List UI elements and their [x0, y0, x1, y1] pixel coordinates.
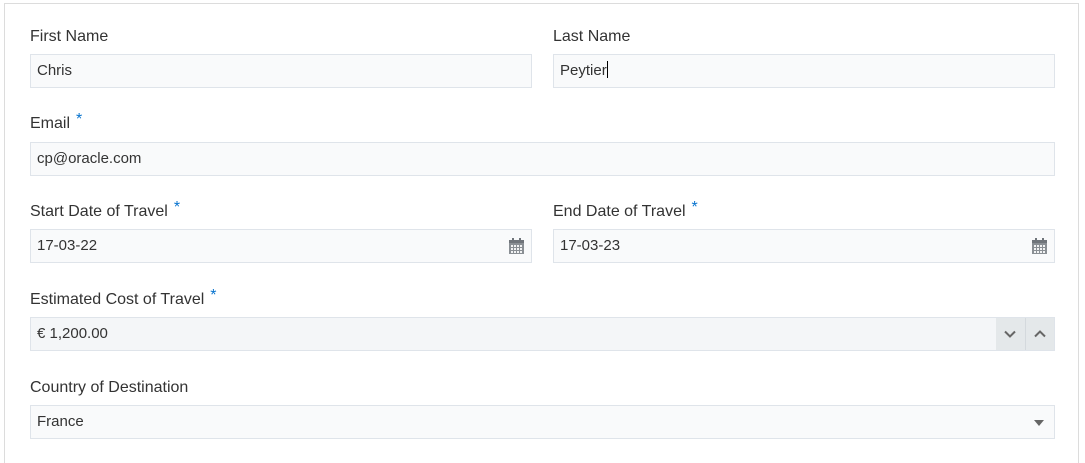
chevron-up-icon: [1034, 330, 1046, 338]
estimated-cost-field: Estimated Cost of Travel * € 1,200.00: [30, 287, 1055, 352]
end-date-label: End Date of Travel *: [553, 199, 698, 221]
estimated-cost-value: € 1,200.00: [37, 325, 108, 342]
estimated-cost-input[interactable]: € 1,200.00: [30, 317, 1055, 351]
end-date-label-text: End Date of Travel: [553, 203, 686, 220]
required-marker: *: [210, 287, 217, 304]
first-name-field: First Name Chris: [30, 28, 532, 88]
first-name-input[interactable]: Chris: [30, 54, 532, 88]
first-name-label: First Name: [30, 28, 109, 45]
email-label-text: Email: [30, 115, 71, 132]
start-date-value: 17-03-22: [37, 237, 98, 254]
text-cursor: [606, 61, 608, 79]
last-name-input[interactable]: Peytier: [553, 54, 1055, 88]
calendar-icon[interactable]: [508, 238, 525, 255]
cost-stepper: [996, 318, 1054, 350]
end-date-input[interactable]: 17-03-23: [553, 229, 1055, 263]
estimated-cost-label-text: Estimated Cost of Travel: [30, 291, 205, 308]
country-field: Country of Destination France: [30, 379, 1055, 440]
end-date-value: 17-03-23: [560, 237, 621, 254]
email-input[interactable]: cp@oracle.com: [30, 142, 1055, 176]
required-marker: *: [691, 199, 698, 216]
last-name-field: Last Name Peytier: [553, 28, 1055, 88]
estimated-cost-label: Estimated Cost of Travel *: [30, 287, 217, 309]
email-value: cp@oracle.com: [37, 150, 142, 167]
last-name-label: Last Name: [553, 28, 631, 45]
country-select[interactable]: France: [30, 405, 1055, 439]
decrement-button[interactable]: [996, 318, 1025, 350]
last-name-value: Peytier: [560, 62, 607, 79]
start-date-label: Start Date of Travel *: [30, 199, 180, 221]
start-date-input[interactable]: 17-03-22: [30, 229, 532, 263]
calendar-icon[interactable]: [1031, 238, 1048, 255]
email-field: Email * cp@oracle.com: [30, 111, 1055, 176]
country-value: France: [37, 413, 84, 430]
start-date-field: Start Date of Travel * 17-03-22: [30, 199, 532, 264]
dropdown-arrow-icon[interactable]: [1034, 420, 1044, 426]
increment-button[interactable]: [1024, 318, 1054, 350]
end-date-field: End Date of Travel * 17-03-23: [553, 199, 1055, 264]
required-marker: *: [76, 111, 83, 128]
required-marker: *: [173, 199, 181, 216]
email-label: Email *: [30, 111, 82, 133]
chevron-down-icon: [1004, 330, 1016, 338]
start-date-label-text: Start Date of Travel: [30, 203, 168, 220]
first-name-value: Chris: [37, 62, 73, 79]
country-label: Country of Destination: [30, 379, 189, 396]
